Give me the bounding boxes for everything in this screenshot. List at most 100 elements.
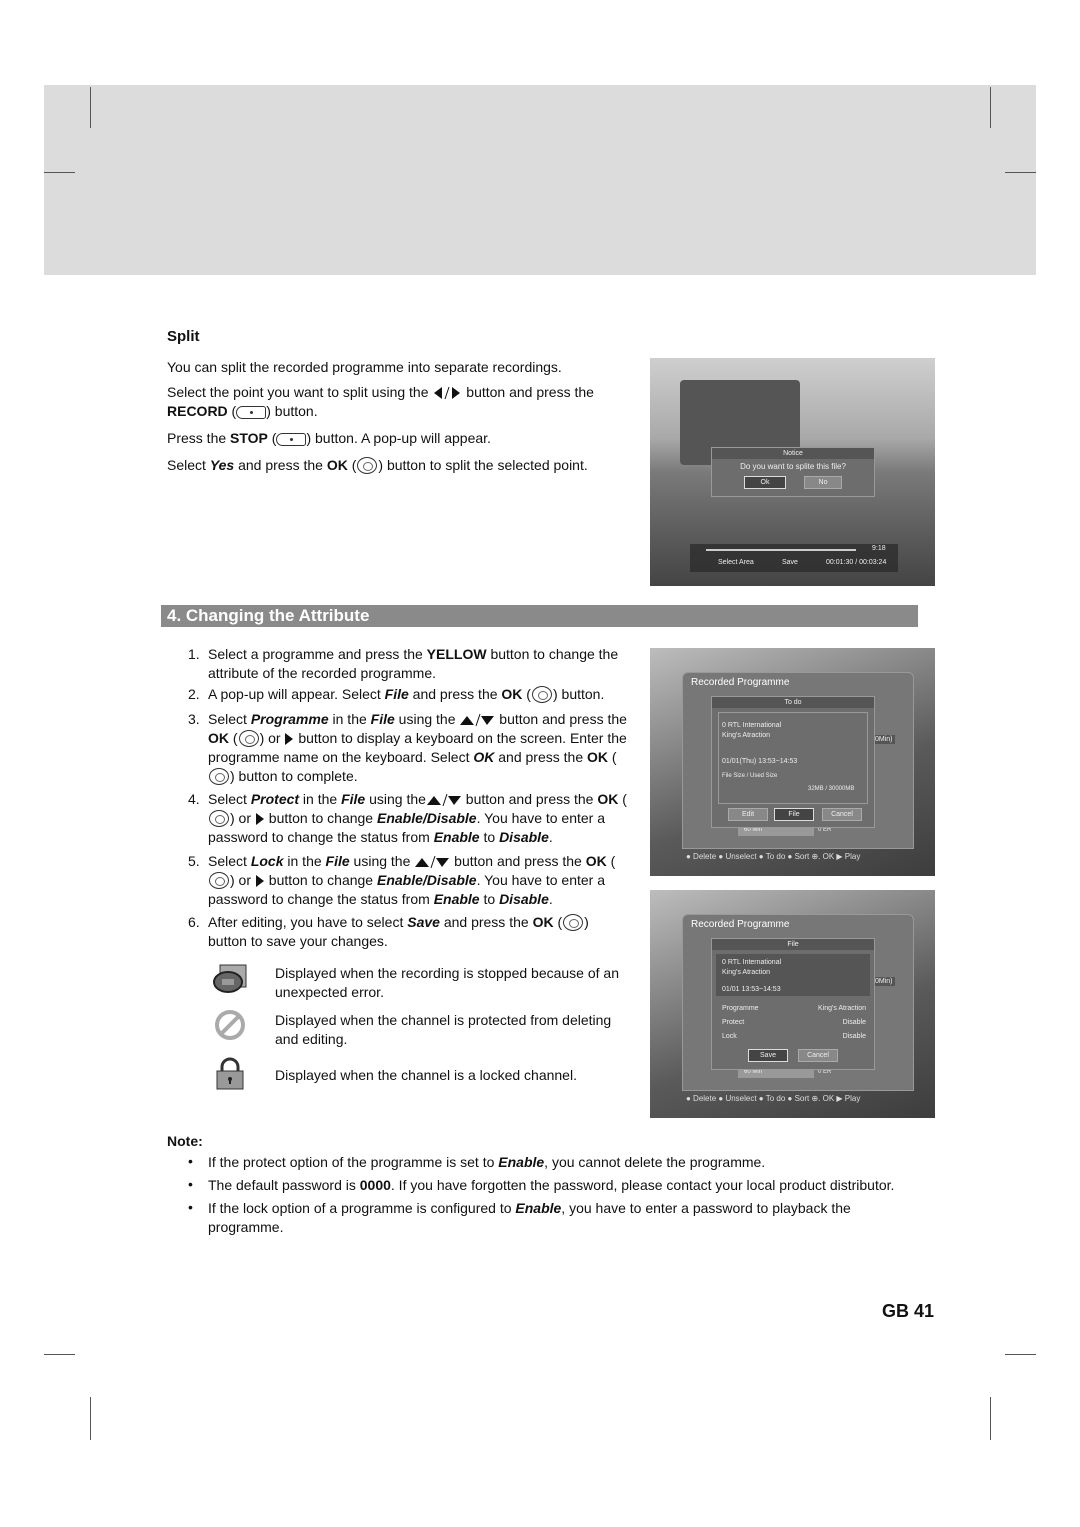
text-run: ) button. A pop-up will appear. [306,430,491,446]
text-run: OK [473,749,495,765]
crop-mark [1005,1354,1036,1355]
note-label: Note: [167,1133,203,1149]
crop-mark [44,172,75,173]
size-value: 32MB / 30000MB [808,786,855,792]
datetime: 01/01(Thu) 13:53~14:53 [722,758,798,765]
text-run: Save [407,914,440,930]
ok-button-icon [238,729,260,747]
text-run: to [479,829,500,845]
dialog-title: To do [712,697,874,708]
step-text: After editing, you have to select Save a… [208,913,628,951]
ok-button-icon [562,913,584,931]
step-number: 4. [188,791,200,807]
size-label: File Size / Used Size [722,773,778,779]
progress-track[interactable] [706,549,856,551]
text-run: Enable/Disable [376,810,477,826]
text-run: . [548,891,553,907]
text-run: Select [167,457,210,473]
step-text: Select Protect in the File using the but… [208,790,628,847]
text-run: Lock [250,853,284,869]
up-down-arrows-icon [426,791,462,807]
dialog-title: Notice [712,448,874,459]
step-number: 3. [188,711,200,727]
panel-title: Recorded Programme [691,919,790,930]
step-number: 6. [188,914,200,930]
text-run: Select [208,791,251,807]
ok-button-icon [208,809,230,827]
legend-text: Displayed when the recording is stopped … [275,965,619,1000]
protect-row-label[interactable]: Protect [722,1019,744,1026]
duration-bar: 60 Min [738,1069,814,1078]
footer-hints: ● Delete ● Unselect ● To do ● Sort ⊕. OK… [686,852,861,861]
text-run: in the [283,853,326,869]
recording-error-icon [212,962,248,999]
text-run: and press the [439,914,533,930]
programme-row-value: King's Atraction [817,1005,866,1012]
left-right-arrows-icon [432,384,462,400]
text-run: Protect [250,791,300,807]
text-run: using the [365,791,426,807]
programme-name: King's Atraction [722,732,771,739]
step-text: Select Lock in the File using the button… [208,852,628,909]
text-run: Enable/Disable [376,872,477,888]
text-run: ) button. [266,403,318,419]
playback-bar: 9:18 Select Area Save 00:01:30 / 00:03:2… [690,544,898,572]
text-run: Select [208,711,251,727]
right-arrow-icon [255,872,265,888]
dialog-text: Do you want to splite this file? [740,462,846,471]
file-screenshot: Recorded Programme 0Min) 60 Min 0 ER Fil… [650,890,935,1118]
split-heading: Split [167,328,200,345]
ok-button[interactable]: Ok [744,476,786,489]
crop-mark [990,87,991,128]
crop-mark [90,87,91,128]
no-button[interactable]: No [804,476,842,489]
text-run: OK [587,749,608,765]
text-run: ) or [230,810,255,826]
text-run: button and press the [450,853,586,869]
cancel-button[interactable]: Cancel [798,1049,838,1062]
text-run: ) or [259,730,285,746]
crop-mark [90,1397,91,1440]
text-run: , you cannot delete the programme. [544,1154,766,1170]
text-run: in the [328,711,371,727]
panel-title: Recorded Programme [691,677,790,688]
text-run: You can split the recorded programme int… [167,359,562,375]
header-band [44,85,1036,275]
text-run: Enable [515,1200,562,1216]
save-button[interactable]: Save [748,1049,788,1062]
lock-icon [212,1057,248,1096]
text-run: After editing, you have to select [208,914,408,930]
text-run: ) or [230,872,255,888]
text-run: Enable [498,1154,545,1170]
note-item: The default password is 0000. If you hav… [208,1176,928,1195]
text-run: button to change [264,810,377,826]
file-dialog: File 0 RTL International King's Atractio… [711,938,875,1070]
split-screenshot: Notice Do you want to splite this file? … [650,358,935,586]
file-button[interactable]: File [774,808,814,821]
up-down-arrows-icon [414,853,450,869]
lock-row-value: Disable [842,1033,866,1040]
text-run: . If you have forgotten the password, pl… [390,1177,895,1193]
split-para: Press the STOP () button. A pop-up will … [167,429,627,448]
manual-page: Split You can split the recorded program… [0,0,1080,1527]
cancel-button[interactable]: Cancel [822,808,862,821]
text-run: in the [299,791,342,807]
edit-button[interactable]: Edit [728,808,768,821]
lock-row-label[interactable]: Lock [722,1033,737,1040]
text-run: RECORD [167,403,228,419]
save-label: Save [782,559,798,566]
legend-text: Displayed when the channel is protected … [275,1012,612,1047]
bullet: • [188,1199,193,1215]
ok-button-icon [356,456,378,474]
protect-row-value: Disable [842,1019,866,1026]
text-run: Select a programme and press the [208,646,427,662]
clock: 9:18 [872,545,886,552]
crop-mark [44,1354,75,1355]
text-run: button and press the [461,791,598,807]
text-run: 0000 [359,1177,391,1193]
right-arrow-icon [284,730,294,746]
programme-row-label[interactable]: Programme [722,1005,759,1012]
text-run: Programme [250,711,329,727]
time-progress: 00:01:30 / 00:03:24 [826,559,887,566]
text-run: ( [227,403,237,419]
